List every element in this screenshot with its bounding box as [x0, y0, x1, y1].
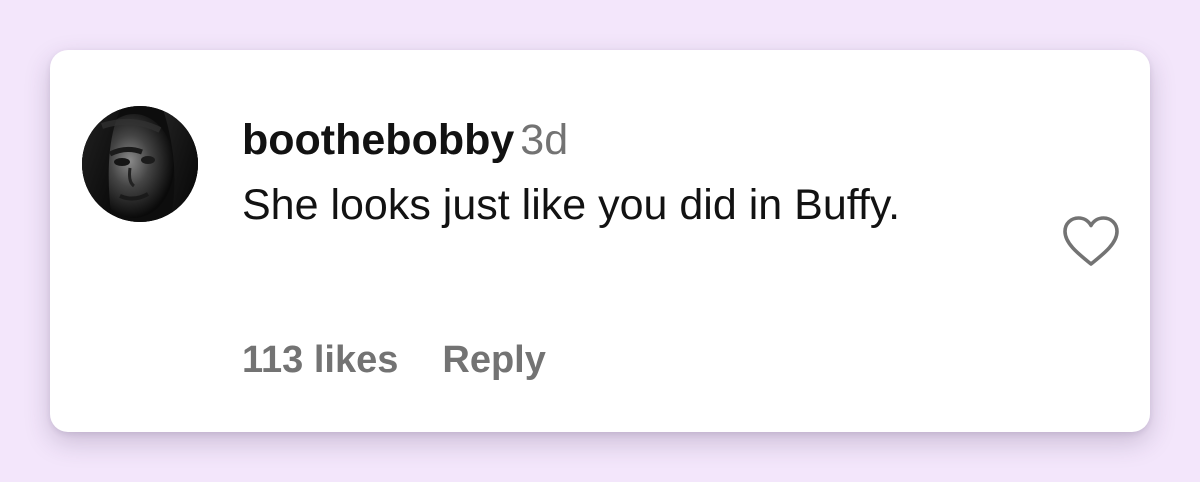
comment-actions: 113 likes Reply	[242, 336, 546, 384]
comment-card: boothebobby 3d She looks just like you di…	[50, 50, 1150, 432]
heart-outline-icon	[1063, 216, 1119, 266]
timestamp: 3d	[520, 116, 569, 164]
avatar-image	[82, 106, 198, 222]
like-button[interactable]	[1060, 214, 1122, 270]
reply-button[interactable]: Reply	[442, 339, 545, 381]
comment-body: boothebobby 3d She looks just like you di…	[242, 114, 1002, 236]
likes-count-link[interactable]: 113 likes	[242, 339, 398, 381]
username-link[interactable]: boothebobby	[242, 116, 514, 164]
avatar[interactable]	[82, 106, 198, 222]
comment-header: boothebobby 3d	[242, 114, 1002, 166]
comment-text: She looks just like you did in Buffy.	[242, 181, 901, 229]
